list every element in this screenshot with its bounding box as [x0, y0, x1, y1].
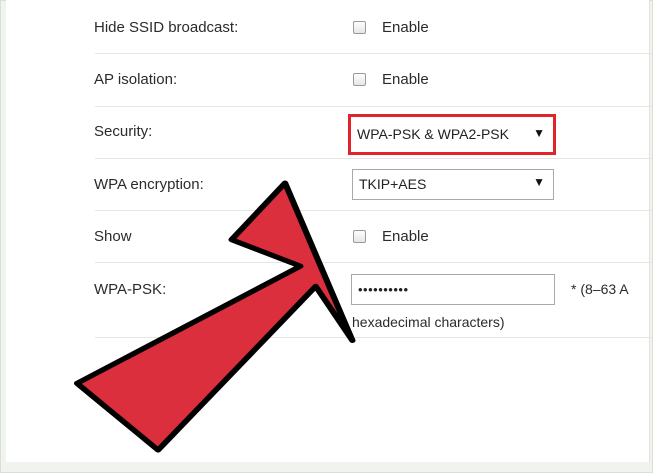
row-divider — [95, 262, 653, 263]
row-divider — [95, 106, 653, 107]
wpa-encryption-select-value: TKIP+AES — [359, 176, 427, 192]
wpa-psk-label: WPA-PSK: — [94, 281, 167, 298]
wpa-psk-hint-line2: hexadecimal characters) — [352, 314, 505, 330]
show-password-label: Show — [94, 228, 132, 245]
row-divider — [95, 337, 653, 338]
triangle-down-icon: ▼ — [533, 126, 545, 140]
hide-ssid-label: Hide SSID broadcast: — [94, 19, 239, 36]
security-label: Security: — [94, 123, 153, 140]
wpa-encryption-select[interactable]: TKIP+AES ▼ — [352, 169, 554, 200]
security-select-value: WPA-PSK & WPA2-PSK — [357, 126, 509, 142]
ap-isolation-label: AP isolation: — [94, 71, 178, 88]
show-password-enable-label: Enable — [382, 228, 429, 245]
wpa-psk-password-field[interactable] — [351, 274, 555, 305]
security-select[interactable]: WPA-PSK & WPA2-PSK ▼ — [348, 114, 556, 155]
hide-ssid-checkbox[interactable] — [353, 21, 366, 34]
ap-isolation-checkbox[interactable] — [353, 73, 366, 86]
wpa-psk-hint-line1: * (8–63 A — [571, 281, 629, 297]
row-divider — [95, 210, 653, 211]
row-divider — [95, 158, 653, 159]
row-divider — [95, 53, 653, 54]
ap-isolation-enable-label: Enable — [382, 71, 429, 88]
hide-ssid-enable-label: Enable — [382, 19, 429, 36]
show-password-checkbox[interactable] — [353, 230, 366, 243]
wpa-encryption-label: WPA encryption: — [94, 176, 204, 193]
triangle-down-icon: ▼ — [533, 175, 545, 189]
